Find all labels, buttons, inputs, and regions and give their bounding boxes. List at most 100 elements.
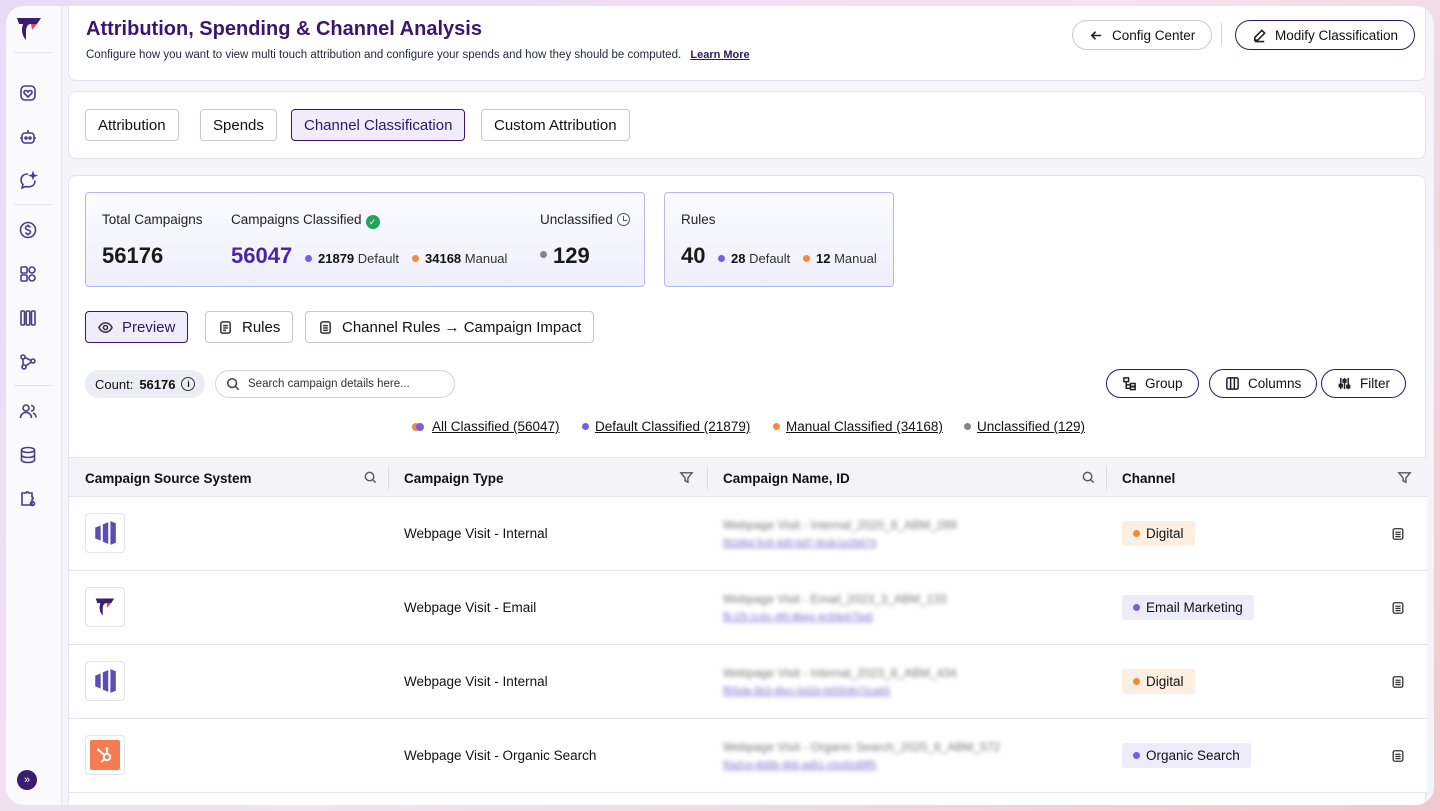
sidebar-columns-icon[interactable]: [17, 307, 39, 329]
mixed-dot-icon: [412, 423, 424, 431]
rules-default-num: 28: [731, 251, 746, 266]
tab-custom-attribution[interactable]: Custom Attribution: [481, 109, 630, 141]
rules-stats: Rules 40 28 Default 12 Manual: [664, 192, 894, 287]
campaign-name: Webpage Visit - Organic Search_2020_6_AB…: [723, 740, 1001, 754]
channel-rules-impact-button[interactable]: Channel Rules → Campaign Impact: [305, 311, 595, 343]
unclassified-dot-icon: [540, 251, 547, 258]
filter-button[interactable]: Filter: [1321, 369, 1406, 398]
expand-sidebar-icon[interactable]: »: [17, 770, 37, 790]
unclassified-value: 129: [540, 243, 590, 269]
columns-button[interactable]: Columns: [1209, 369, 1318, 398]
brand-icon: [85, 587, 125, 627]
table-row[interactable]: Webpage Visit - Email Webpage Visit - Em…: [69, 571, 1427, 645]
legend-manual-text: Manual Classified (34168): [786, 419, 943, 434]
header-divider: [1221, 23, 1222, 45]
sidebar-database-icon[interactable]: [17, 444, 39, 466]
search-icon: [226, 377, 240, 391]
table-row[interactable]: Webpage Visit - Internal Webpage Visit -…: [69, 645, 1427, 719]
modify-classification-button[interactable]: Modify Classification: [1235, 20, 1416, 50]
channel-rules-impact-label: Channel Rules → Campaign Impact: [342, 318, 582, 336]
sidebar-heart-shield-icon[interactable]: [17, 82, 39, 104]
sidebar-bot-icon[interactable]: [17, 126, 39, 148]
channel-label: Digital: [1146, 526, 1184, 541]
header-campaign-type[interactable]: Campaign Type: [404, 458, 504, 498]
preview-label: Preview: [122, 318, 176, 336]
legend-manual-classified[interactable]: Manual Classified (34168): [773, 419, 943, 434]
funnel-icon[interactable]: [679, 470, 694, 485]
tab-channel-classification[interactable]: Channel Classification: [291, 109, 466, 141]
channel-dot-icon: [1133, 604, 1140, 611]
count-label: Count:: [95, 376, 134, 392]
sliders-icon: [1338, 377, 1351, 390]
group-button[interactable]: Group: [1106, 369, 1199, 398]
sidebar-flow-icon[interactable]: [17, 351, 39, 373]
sidebar-ai-chat-icon[interactable]: [17, 170, 39, 192]
campaign-id-link[interactable]: f92d6d-5c8-4d0-bd7-9cdc1e2b674: [723, 538, 876, 549]
group-label: Group: [1145, 376, 1183, 391]
legend-all-classified[interactable]: All Classified (56047): [412, 419, 560, 434]
unclassified-label: Unclassified: [540, 212, 630, 227]
rules-manual: 12 Manual: [803, 251, 877, 266]
unclassified-text: Unclassified: [540, 212, 613, 227]
total-campaigns-value: 56176: [102, 243, 164, 268]
campaign-type: Webpage Visit - Internal: [404, 674, 548, 689]
document-icon: [220, 320, 231, 334]
details-icon[interactable]: [1391, 601, 1405, 615]
rules-button[interactable]: Rules: [205, 311, 294, 343]
rules-label: Rules: [681, 212, 716, 227]
tab-spends[interactable]: Spends: [200, 109, 277, 141]
campaigns-classified-text: Campaigns Classified: [231, 212, 362, 227]
details-icon[interactable]: [1391, 749, 1405, 763]
sidebar-settings-puzzle-icon[interactable]: [17, 488, 39, 510]
search-input[interactable]: [248, 378, 438, 390]
campaign-id-link[interactable]: f0a2ce-8d0b-4b5-ad61-c0c82d9ff5: [723, 760, 876, 771]
tab-attribution[interactable]: Attribution: [85, 109, 179, 141]
sidebar-shapes-icon[interactable]: [17, 263, 39, 285]
header-channel[interactable]: Channel: [1122, 458, 1175, 498]
eye-icon: [98, 321, 113, 333]
manual-dot-icon: [803, 255, 810, 262]
learn-more-link[interactable]: Learn More: [690, 49, 749, 61]
table-row[interactable]: Webpage Visit - Organic Search Webpage V…: [69, 719, 1427, 793]
brand-logo[interactable]: [15, 16, 43, 42]
count-badge: Count: 56176 i: [85, 370, 206, 398]
config-center-label: Config Center: [1112, 27, 1196, 43]
clock-icon: [616, 213, 630, 226]
unclassified-number: 129: [553, 243, 590, 268]
channel-label: Digital: [1146, 674, 1184, 689]
tab-bar: Attribution Spends Channel Classificatio…: [68, 91, 1426, 159]
classified-default: 21879 Default: [305, 251, 399, 266]
legend-default-classified[interactable]: Default Classified (21879): [582, 419, 750, 434]
classified-manual: 34168 Manual: [412, 251, 507, 266]
header-campaign-name[interactable]: Campaign Name, ID: [723, 458, 850, 498]
config-center-button[interactable]: Config Center: [1072, 20, 1213, 50]
campaign-id-link[interactable]: ff05da-5b3-4bcc-bd1b-b6554b72ca65: [723, 686, 890, 697]
sidebar-divider: [14, 385, 52, 386]
sidebar-dollar-icon[interactable]: [17, 219, 39, 241]
page-header: Attribution, Spending & Channel Analysis…: [68, 6, 1426, 81]
campaign-id-link[interactable]: ffc1f3-1c6c-4f0-8bee-4c93e675a5: [723, 612, 873, 623]
legend-default-text: Default Classified (21879): [595, 419, 751, 434]
search-icon[interactable]: [1081, 470, 1096, 485]
details-icon[interactable]: [1391, 675, 1405, 689]
info-icon[interactable]: i: [181, 377, 196, 391]
channel-chip: Organic Search: [1122, 743, 1251, 768]
search-campaign: [215, 370, 455, 398]
details-icon[interactable]: [1391, 527, 1405, 541]
channel-dot-icon: [1133, 530, 1140, 537]
group-icon: [1123, 377, 1136, 391]
channel-dot-icon: [1133, 678, 1140, 685]
filter-label: Filter: [1360, 376, 1390, 391]
default-dot-icon: [305, 255, 312, 262]
campaigns-classified-value: 56047: [231, 243, 293, 268]
search-icon[interactable]: [363, 470, 378, 485]
classification-panel: Total Campaigns 56176 Campaigns Classifi…: [68, 175, 1427, 805]
funnel-icon[interactable]: [1397, 470, 1412, 485]
legend-unclassified[interactable]: Unclassified (129): [964, 419, 1085, 434]
rules-value: 40: [681, 243, 706, 268]
header-campaign-source[interactable]: Campaign Source System: [85, 458, 252, 498]
table-row[interactable]: Webpage Visit - Internal Webpage Visit -…: [69, 497, 1427, 571]
preview-button[interactable]: Preview: [85, 311, 189, 343]
default-dot-icon: [582, 423, 589, 430]
sidebar-users-icon[interactable]: [17, 400, 39, 422]
